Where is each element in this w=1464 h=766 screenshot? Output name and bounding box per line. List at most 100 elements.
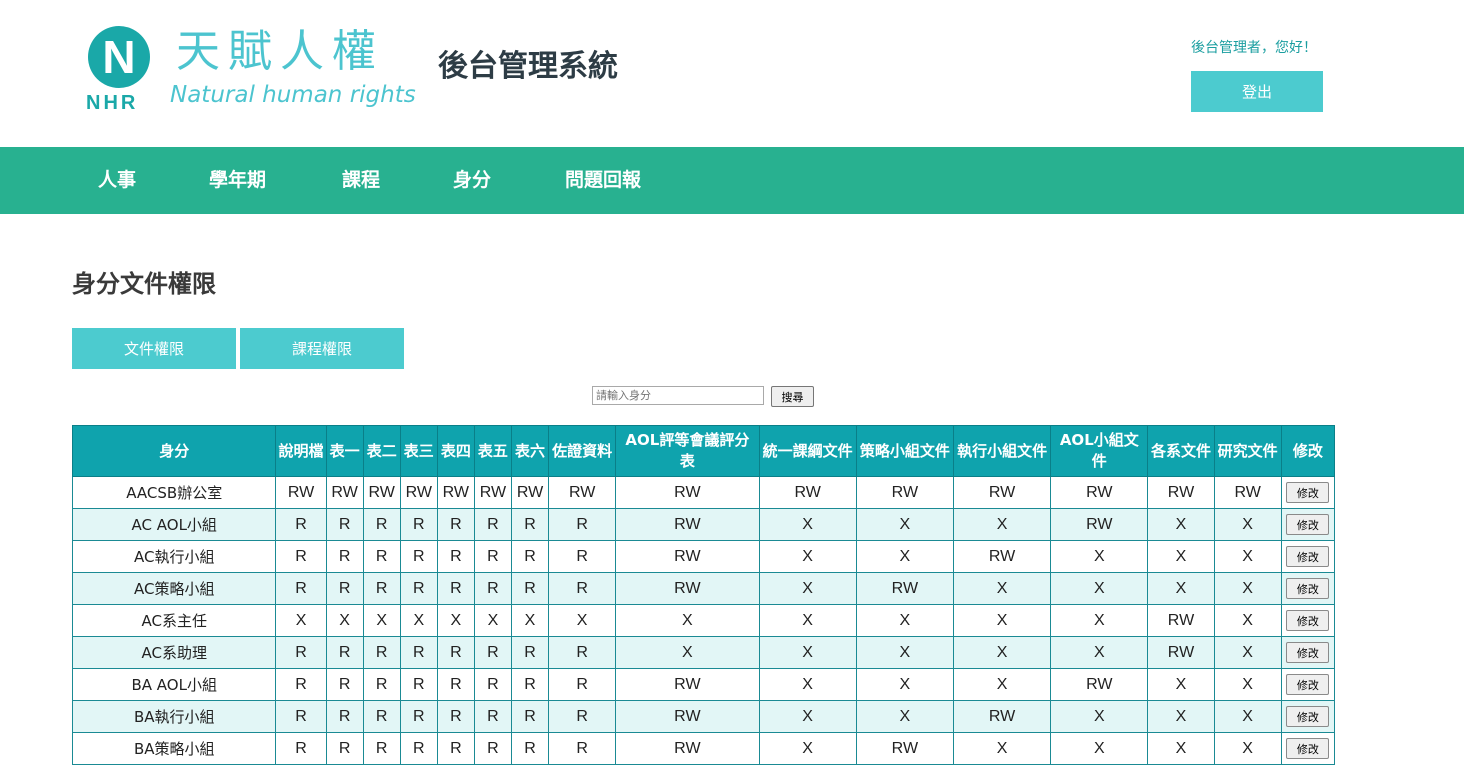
nav-item-issue-report[interactable]: 問題回報 <box>565 147 641 214</box>
permission-cell: R <box>436 668 475 701</box>
permission-cell: X <box>1147 700 1215 733</box>
permission-cell: X <box>952 636 1052 669</box>
permission-cell: RW <box>615 572 760 605</box>
permission-cell: R <box>436 732 475 765</box>
edit-button[interactable]: 修改 <box>1286 642 1330 663</box>
permission-cell: R <box>473 732 512 765</box>
permission-cell: R <box>325 700 364 733</box>
logo-icon[interactable]: N <box>88 26 150 88</box>
permission-cell: R <box>510 732 550 765</box>
permission-cell: X <box>1213 732 1282 765</box>
permission-cell: R <box>510 540 550 573</box>
permission-cell: R <box>510 700 550 733</box>
nav-item-courses[interactable]: 課程 <box>342 147 380 214</box>
permission-cell: X <box>510 604 550 637</box>
permission-cell: X <box>758 572 857 605</box>
permission-cell: X <box>1147 668 1215 701</box>
permission-cell: X <box>325 604 364 637</box>
permission-cell: RW <box>473 476 512 509</box>
edit-button[interactable]: 修改 <box>1286 706 1330 727</box>
permission-cell: RW <box>1147 604 1215 637</box>
permission-cell: R <box>275 508 327 541</box>
permission-cell: RW <box>952 476 1052 509</box>
nav-item-academic-term[interactable]: 學年期 <box>209 147 266 214</box>
logout-button[interactable]: 登出 <box>1191 71 1323 112</box>
permission-cell: X <box>1050 636 1149 669</box>
column-header: 表二 <box>362 425 401 477</box>
table-row: BA策略小組 R R R R R R R R RW X RW X X X X 修改 <box>71 732 1336 765</box>
edit-cell: 修改 <box>1280 540 1336 573</box>
greeting-text: 後台管理者，您好！ <box>1191 40 1317 56</box>
permission-cell: RW <box>615 668 760 701</box>
permission-cell: RW <box>855 476 954 509</box>
permission-cell: X <box>362 604 401 637</box>
permission-cell: R <box>325 636 364 669</box>
permission-cell: X <box>615 604 760 637</box>
permission-cell: X <box>758 668 857 701</box>
permission-cell: X <box>1147 540 1215 573</box>
search-input[interactable] <box>592 386 764 405</box>
permission-cell: X <box>758 508 857 541</box>
logo-chinese-name: 天賦人權 <box>176 26 384 77</box>
edit-button[interactable]: 修改 <box>1286 578 1330 599</box>
permission-cell: RW <box>548 476 617 509</box>
edit-button[interactable]: 修改 <box>1286 514 1330 535</box>
permission-cell: R <box>275 700 327 733</box>
edit-button[interactable]: 修改 <box>1286 482 1330 503</box>
table-row: AC系主任 X X X X X X X X X X X X X RW X 修改 <box>71 604 1336 637</box>
column-header: 修改 <box>1280 425 1336 477</box>
permission-cell: RW <box>615 508 760 541</box>
tab-document-permissions[interactable]: 文件權限 <box>72 328 236 369</box>
permission-cell: X <box>758 604 857 637</box>
permission-cell: R <box>436 540 475 573</box>
nav-item-personnel[interactable]: 人事 <box>98 147 136 214</box>
permission-cell: X <box>1147 508 1215 541</box>
permission-cell: X <box>1050 700 1149 733</box>
permission-cell: R <box>362 572 401 605</box>
permission-cell: RW <box>362 476 401 509</box>
permission-cell: RW <box>855 732 954 765</box>
edit-button[interactable]: 修改 <box>1286 610 1330 631</box>
permission-cell: R <box>399 700 438 733</box>
permission-cell: R <box>399 668 438 701</box>
edit-button[interactable]: 修改 <box>1286 738 1330 759</box>
permission-cell: R <box>399 732 438 765</box>
permission-cell: RW <box>399 476 438 509</box>
nav-item-identity[interactable]: 身分 <box>453 147 491 214</box>
permission-cell: RW <box>615 476 760 509</box>
column-header: AOL小組文件 <box>1050 425 1149 477</box>
permission-cell: X <box>758 700 857 733</box>
permission-cell: R <box>548 668 617 701</box>
permission-cell: R <box>325 732 364 765</box>
permission-cell: X <box>615 636 760 669</box>
permission-cell: X <box>1050 732 1149 765</box>
tab-course-permissions[interactable]: 課程權限 <box>240 328 404 369</box>
main-nav: 人事 學年期 課程 身分 問題回報 <box>0 147 1464 214</box>
permission-cell: R <box>325 572 364 605</box>
permission-cell: R <box>473 508 512 541</box>
identity-cell: BA AOL小組 <box>71 668 277 701</box>
permission-cell: X <box>1213 540 1282 573</box>
permission-cell: R <box>473 700 512 733</box>
column-header: 表五 <box>473 425 512 477</box>
edit-button[interactable]: 修改 <box>1286 546 1330 567</box>
permission-cell: X <box>758 732 857 765</box>
permission-cell: R <box>399 540 438 573</box>
identity-cell: AC執行小組 <box>71 540 277 573</box>
permission-cell: R <box>436 636 475 669</box>
permission-cell: X <box>855 636 954 669</box>
permission-cell: R <box>325 508 364 541</box>
permission-cell: R <box>473 572 512 605</box>
permission-cell: R <box>362 508 401 541</box>
identity-cell: BA執行小組 <box>71 700 277 733</box>
permission-cell: X <box>1213 572 1282 605</box>
edit-button[interactable]: 修改 <box>1286 674 1330 695</box>
permission-cell: R <box>399 572 438 605</box>
permission-cell: RW <box>275 476 327 509</box>
permission-cell: X <box>1213 508 1282 541</box>
permission-cell: X <box>548 604 617 637</box>
identity-cell: BA策略小組 <box>71 732 277 765</box>
permission-cell: R <box>473 668 512 701</box>
search-button[interactable]: 搜尋 <box>771 386 814 407</box>
permission-cell: X <box>399 604 438 637</box>
